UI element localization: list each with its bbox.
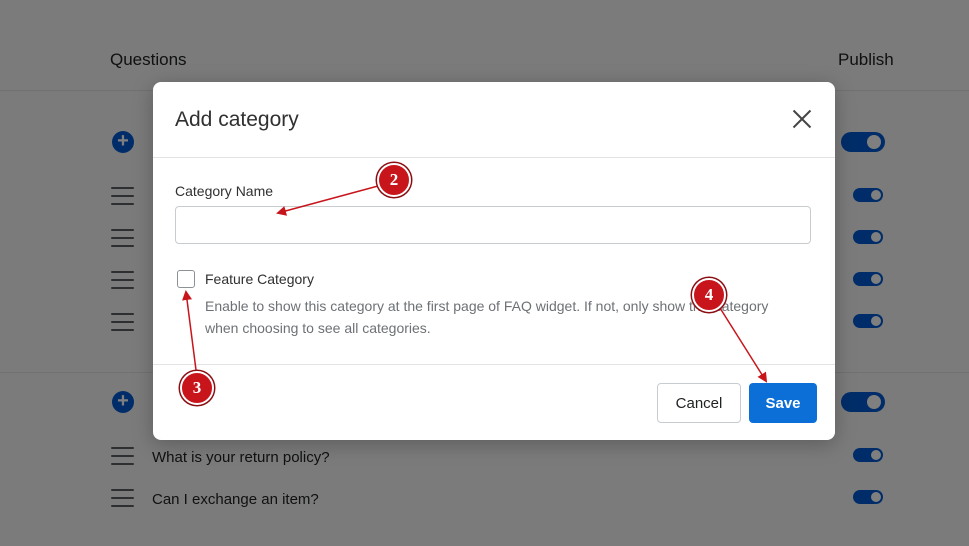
annotation-arrows (182, 185, 768, 383)
annotation-arrow-3 (182, 290, 197, 371)
annotation-marker-2: 2 (377, 163, 411, 197)
annotation-arrow-4 (719, 307, 768, 383)
annotation-marker-3: 3 (180, 371, 214, 405)
annotation-arrow-2 (276, 185, 379, 216)
annotation-marker-4: 4 (692, 278, 726, 312)
